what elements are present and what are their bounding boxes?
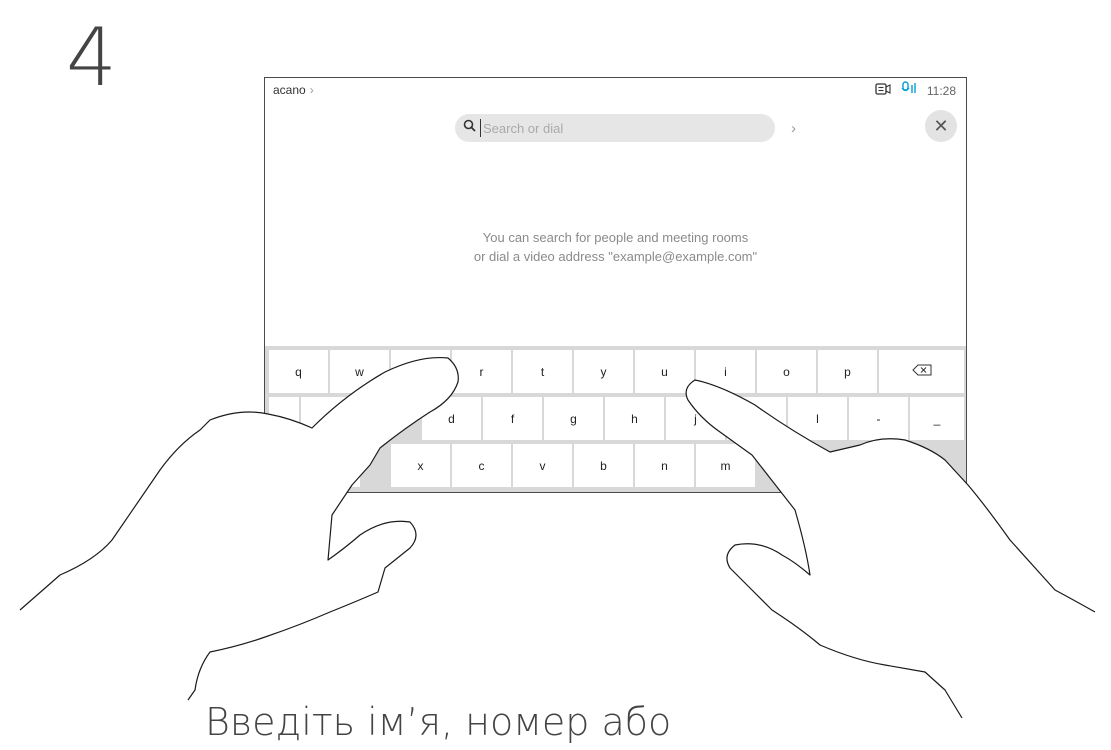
key-q[interactable]: q [269,350,328,393]
step-number: 4 [66,11,117,104]
breadcrumb-label: acano [273,83,306,97]
key-b[interactable]: b [574,444,633,487]
key-c[interactable]: c [452,444,511,487]
key-j[interactable]: j [666,397,725,440]
key-underscore[interactable]: _ [910,397,964,440]
chevron-right-icon[interactable]: › [791,120,796,137]
key-r[interactable]: r [452,350,511,393]
key-dash[interactable]: - [849,397,908,440]
key-g[interactable]: g [544,397,603,440]
hint-line-1: You can search for people and meeting ro… [482,230,749,245]
search-input[interactable] [480,119,745,137]
hint-line-2: or dial a video address "example@example… [473,249,758,264]
key-t[interactable]: t [513,350,572,393]
close-icon: ✕ [933,115,949,136]
chevron-right-icon: › [309,83,314,97]
key-m[interactable]: m [696,444,755,487]
key-h[interactable]: h [605,397,664,440]
key-y[interactable]: y [574,350,633,393]
status-bar: acano › 11:28 [265,78,966,100]
close-button[interactable]: ✕ [925,110,957,142]
device-screen: acano › 11:28 Search or dial › ✕ You can… [264,77,967,493]
search-icon [463,119,476,137]
key-u[interactable]: u [635,350,694,393]
key-v[interactable]: v [513,444,572,487]
search-hint: You can search for people and meeting ro… [265,228,966,266]
instruction-caption: Введіть ім’я, номер або [205,700,672,744]
key-p[interactable]: p [818,350,877,393]
key-k[interactable] [727,397,786,440]
clock: 11:28 [926,83,956,98]
backspace-key[interactable] [879,350,964,393]
key-w[interactable]: w [330,350,389,393]
search-bar[interactable] [455,114,775,142]
key-o[interactable]: o [757,350,816,393]
microphone-icon[interactable] [901,81,917,100]
key-e[interactable] [391,350,450,393]
backspace-icon [911,364,932,379]
shift-key[interactable] [269,444,360,487]
on-screen-keyboard: q w r t y u i o p d f g h j l - _ x c v … [265,346,966,492]
camera-screen-icon[interactable] [875,82,891,100]
key-f[interactable]: f [483,397,542,440]
key-caps[interactable] [269,397,299,440]
key-a[interactable] [301,397,360,440]
key-l[interactable]: l [788,397,847,440]
status-indicators: 11:28 [875,81,956,100]
key-d[interactable]: d [422,397,481,440]
key-x[interactable]: x [391,444,450,487]
breadcrumb[interactable]: acano › [273,83,314,97]
key-n[interactable]: n [635,444,694,487]
key-i[interactable]: i [696,350,755,393]
